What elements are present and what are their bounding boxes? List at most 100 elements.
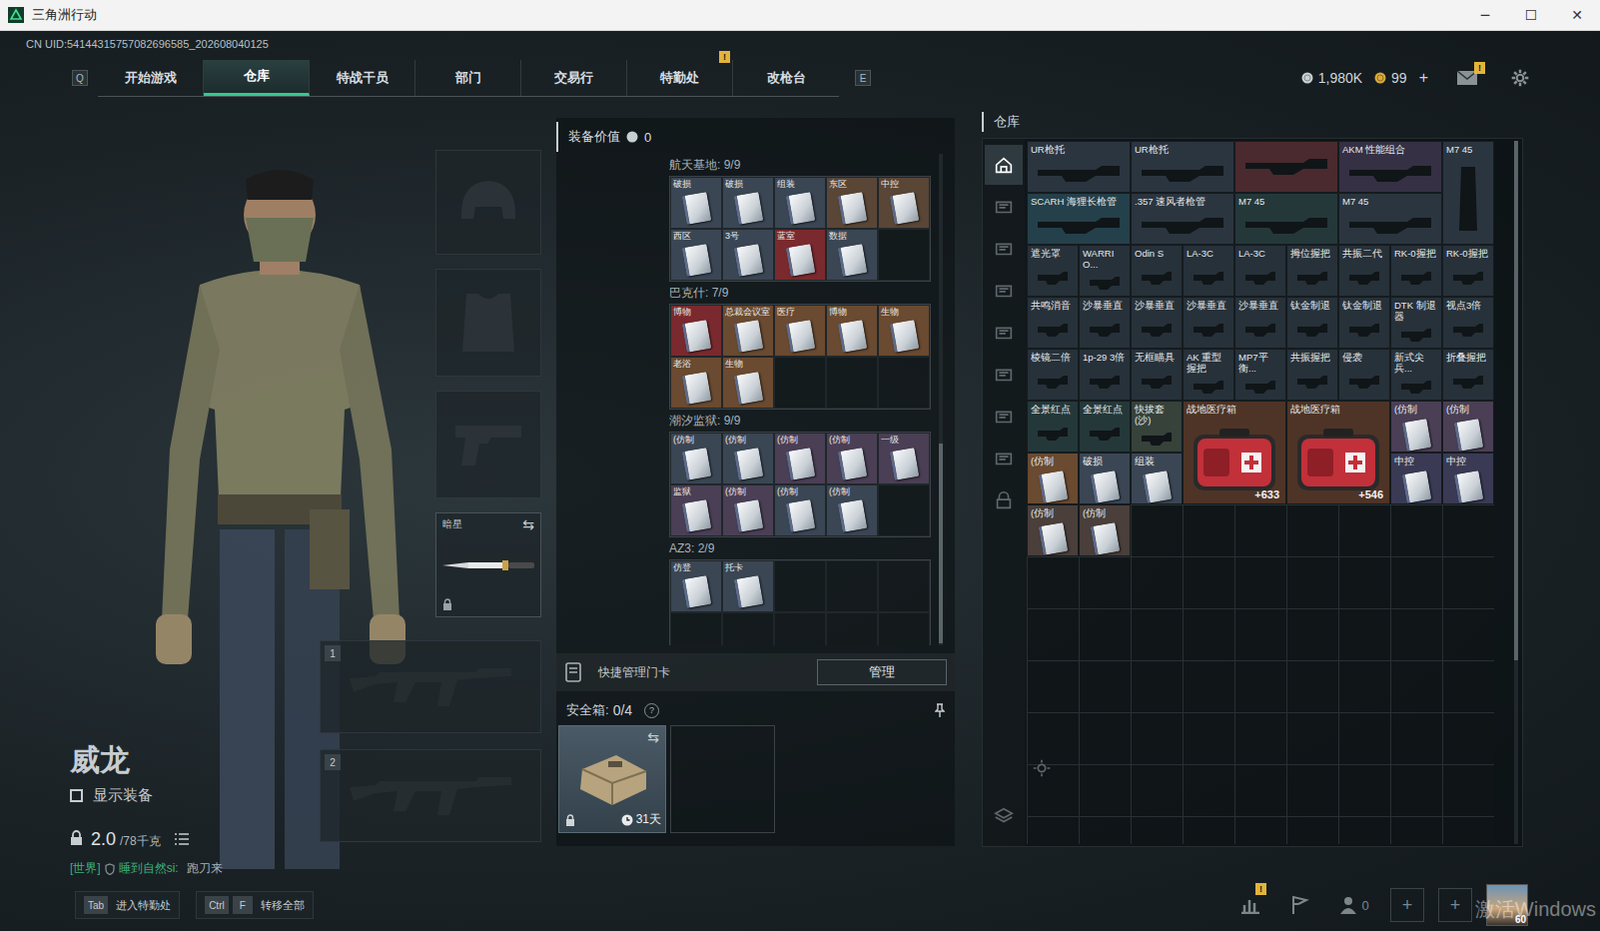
keycard-empty-slot[interactable] xyxy=(877,228,930,281)
warehouse-item[interactable] xyxy=(1234,140,1339,193)
warehouse-item[interactable]: 新式尖兵... xyxy=(1390,348,1443,401)
keycard-scrollbar[interactable] xyxy=(938,153,943,646)
keycard[interactable]: 生物 xyxy=(877,304,930,357)
warehouse-item[interactable]: AK 重型握把 xyxy=(1182,348,1235,401)
keycard-empty-slot[interactable] xyxy=(877,484,930,537)
safe-case-swap-button[interactable]: ⇆ xyxy=(647,730,660,745)
warehouse-item[interactable]: 战地医疗箱+633 xyxy=(1182,400,1287,505)
manage-button[interactable]: 管理 xyxy=(816,659,947,686)
keycard[interactable]: 组装 xyxy=(774,176,826,229)
nav-tab[interactable]: 部门 xyxy=(415,59,522,96)
warehouse-item[interactable]: UR枪托 xyxy=(1130,140,1235,193)
warehouse-item[interactable]: 沙暴垂直 xyxy=(1182,296,1235,349)
add-party-slot[interactable]: + xyxy=(1390,887,1425,922)
nav-tab[interactable]: 特勤处! xyxy=(627,59,734,96)
warehouse-item[interactable]: 中控 xyxy=(1390,452,1443,505)
warehouse-item[interactable]: 拇位握把 xyxy=(1286,244,1339,297)
scroll-thumb[interactable] xyxy=(938,443,943,644)
keycard[interactable]: 总裁会议室 xyxy=(722,304,775,357)
helmet-slot[interactable] xyxy=(435,149,542,255)
keycard[interactable]: 破损 xyxy=(670,176,723,229)
keycard[interactable]: 医疗 xyxy=(774,304,826,357)
keycard[interactable]: 仿登 xyxy=(670,560,723,613)
pistol-slot[interactable] xyxy=(435,390,542,499)
warehouse-item[interactable]: RK-0握把 xyxy=(1442,244,1495,297)
keycard-empty-slot[interactable] xyxy=(825,612,878,646)
keycard-empty-slot[interactable] xyxy=(877,612,930,646)
key-hint[interactable]: CtrlF转移全部 xyxy=(195,890,314,919)
currency-add-button[interactable]: + xyxy=(1419,68,1429,87)
warehouse-scrollbar[interactable] xyxy=(1514,140,1519,844)
settings-gear-icon[interactable] xyxy=(1510,67,1531,88)
warehouse-item[interactable]: LA-3C xyxy=(1234,244,1287,297)
nav-tab[interactable]: 交易行 xyxy=(521,59,628,96)
keycard-empty-slot[interactable] xyxy=(825,356,878,409)
warehouse-item[interactable]: (仿制 xyxy=(1078,504,1131,557)
nav-left-key[interactable]: Q xyxy=(71,69,88,86)
weapon-slot[interactable]: 1 xyxy=(319,640,542,734)
warehouse-item[interactable]: .357 速风者枪管 xyxy=(1130,192,1235,245)
warehouse-item[interactable]: 组装 xyxy=(1130,452,1183,505)
keycard[interactable]: 蓝室 xyxy=(774,228,826,281)
keycard[interactable]: 博物 xyxy=(825,304,878,357)
keycard-empty-slot[interactable] xyxy=(877,560,930,613)
warehouse-tab[interactable] xyxy=(984,354,1023,395)
warehouse-item[interactable]: DTK 制退器 xyxy=(1390,296,1443,349)
warehouse-item[interactable]: 快拔套(沙) xyxy=(1130,400,1183,453)
window-control-button[interactable]: ☐ xyxy=(1508,0,1555,30)
warehouse-item[interactable]: 遮光罩 xyxy=(1026,244,1079,297)
keycard[interactable]: 托卡 xyxy=(722,560,775,613)
warehouse-item[interactable]: 破损 xyxy=(1078,452,1131,505)
safe-case[interactable]: ⇆31天 xyxy=(558,725,667,833)
warehouse-item[interactable]: M7 45 xyxy=(1338,192,1443,245)
warehouse-tab[interactable] xyxy=(984,270,1023,311)
armor-slot[interactable] xyxy=(435,268,542,377)
keycard[interactable]: (仿制 xyxy=(774,432,826,485)
warehouse-item[interactable]: 钛金制退 xyxy=(1338,296,1391,349)
warehouse-item[interactable]: (仿制 xyxy=(1390,400,1443,453)
warehouse-item[interactable]: Odin S xyxy=(1130,244,1183,297)
keycard[interactable]: 生物 xyxy=(722,356,775,409)
warehouse-item[interactable]: 折叠握把 xyxy=(1442,348,1495,401)
warehouse-item[interactable]: LA-3C xyxy=(1182,244,1235,297)
mail-button[interactable]: ! xyxy=(1456,69,1479,86)
warehouse-item[interactable]: 共振握把 xyxy=(1286,348,1339,401)
warehouse-item[interactable]: 无框瞄具 xyxy=(1130,348,1183,401)
warehouse-item[interactable]: (仿制 xyxy=(1026,504,1079,557)
warehouse-item[interactable]: 全景红点 xyxy=(1026,400,1079,453)
keycard[interactable]: 中控 xyxy=(877,176,930,229)
show-gear-checkbox[interactable] xyxy=(69,789,83,802)
warehouse-item[interactable]: AKM 性能组合 xyxy=(1338,140,1443,193)
warehouse-item[interactable]: M7 45 xyxy=(1234,192,1339,245)
keycard[interactable]: (仿制 xyxy=(722,484,775,537)
nav-tab[interactable]: 开始游戏 xyxy=(97,59,204,96)
keycard[interactable]: 数据 xyxy=(825,228,878,281)
warehouse-item[interactable]: 共鸣消音 xyxy=(1026,296,1079,349)
warehouse-tab[interactable] xyxy=(984,438,1023,479)
keycard[interactable]: (仿制 xyxy=(722,432,775,485)
pin-icon[interactable] xyxy=(934,703,945,718)
warehouse-tab[interactable] xyxy=(984,796,1023,836)
warehouse-item[interactable]: (仿制 xyxy=(1442,400,1495,453)
flag-button[interactable] xyxy=(1282,888,1319,921)
keycard[interactable]: 博物 xyxy=(670,304,723,357)
show-gear-toggle[interactable]: 显示装备 xyxy=(69,786,320,805)
keycard[interactable]: (仿制 xyxy=(825,484,878,537)
warehouse-item[interactable]: 全景红点 xyxy=(1078,400,1131,453)
warehouse-item[interactable]: 1p-29 3倍 xyxy=(1078,348,1131,401)
key-hint[interactable]: Tab进入特勤处 xyxy=(74,890,180,919)
warehouse-tab[interactable] xyxy=(984,396,1023,437)
warehouse-tab[interactable] xyxy=(984,144,1023,185)
keycard[interactable]: 3号 xyxy=(722,228,775,281)
warehouse-tab[interactable] xyxy=(984,480,1023,521)
nav-tab[interactable]: 仓库 xyxy=(203,59,310,96)
keycard[interactable]: 一级 xyxy=(877,432,930,485)
warehouse-item[interactable]: 沙暴垂直 xyxy=(1130,296,1183,349)
window-control-button[interactable]: ─ xyxy=(1462,0,1509,30)
safe-box-empty-slot[interactable] xyxy=(670,725,776,833)
warehouse-item[interactable]: 沙暴垂直 xyxy=(1234,296,1287,349)
keycard[interactable]: 老浴 xyxy=(670,356,723,409)
warehouse-item[interactable]: SCARH 海狸长枪管 xyxy=(1026,192,1131,245)
keycard-empty-slot[interactable] xyxy=(774,612,826,646)
warehouse-item[interactable]: MP7平衡... xyxy=(1234,348,1287,401)
